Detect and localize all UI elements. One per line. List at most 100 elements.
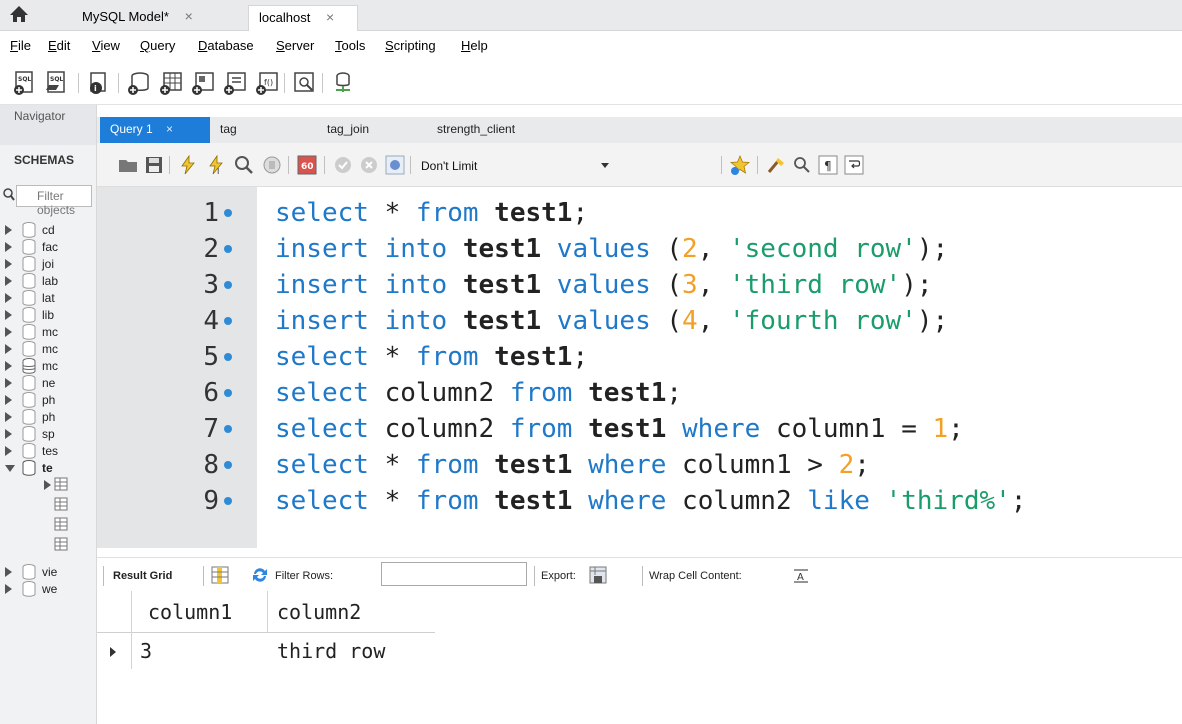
schema-item[interactable]: mc: [0, 324, 96, 341]
result-grid[interactable]: column1 column2 3 third row: [97, 591, 435, 681]
schema-item[interactable]: lib: [0, 307, 96, 324]
table-row[interactable]: 3 third row: [97, 633, 435, 669]
close-icon[interactable]: ×: [166, 122, 173, 136]
expand-arrow-icon[interactable]: [5, 429, 12, 439]
close-icon[interactable]: ×: [185, 8, 193, 24]
table-cell[interactable]: 3: [140, 633, 152, 669]
create-view-icon[interactable]: [190, 70, 216, 96]
stop-icon[interactable]: [261, 154, 283, 176]
schema-subfolder[interactable]: [0, 477, 96, 494]
refresh-icon[interactable]: [249, 564, 271, 586]
functions-folder-icon[interactable]: [54, 537, 70, 553]
schema-item[interactable]: ph: [0, 409, 96, 426]
execute-current-icon[interactable]: I: [205, 154, 227, 176]
expand-arrow-icon[interactable]: [5, 412, 12, 422]
find-icon[interactable]: [791, 154, 813, 176]
schema-item[interactable]: lab: [0, 273, 96, 290]
limit-rows-select[interactable]: Don't Limit: [415, 155, 615, 177]
code-line[interactable]: 5 select * from test1;: [97, 339, 1182, 375]
tab-query-1[interactable]: Query 1 ×: [100, 117, 210, 143]
menu-view[interactable]: View: [92, 38, 120, 53]
menu-help[interactable]: Help: [461, 38, 488, 53]
menu-tools[interactable]: Tools: [335, 38, 365, 53]
open-folder-icon[interactable]: [117, 154, 139, 176]
new-sql-tab-icon[interactable]: SQL: [12, 70, 38, 96]
expand-arrow-icon[interactable]: [5, 344, 12, 354]
code-line[interactable]: 3 insert into test1 values (3, 'third row…: [97, 267, 1182, 303]
code-line[interactable]: 2 insert into test1 values (2, 'second ro…: [97, 231, 1182, 267]
close-icon[interactable]: ×: [326, 9, 334, 25]
schema-item[interactable]: vie: [0, 564, 96, 581]
column-header[interactable]: column2: [277, 594, 361, 630]
table-cell[interactable]: third row: [277, 633, 385, 669]
tab-tag[interactable]: tag: [210, 117, 298, 143]
code-line[interactable]: 9 select * from test1 where column2 like …: [97, 483, 1182, 519]
filter-rows-input[interactable]: [381, 562, 527, 586]
schema-item[interactable]: ne: [0, 375, 96, 392]
expand-arrow-icon[interactable]: [5, 361, 12, 371]
schema-item[interactable]: mc: [0, 341, 96, 358]
expand-arrow-icon[interactable]: [5, 395, 12, 405]
schema-item-expanded[interactable]: te: [0, 460, 96, 477]
tab-tag-join[interactable]: tag_join: [317, 117, 417, 143]
toggle-continue-on-error-icon[interactable]: 60: [296, 154, 318, 176]
expand-arrow-icon[interactable]: [5, 567, 12, 577]
views-folder-icon[interactable]: [54, 497, 70, 513]
schema-item[interactable]: sp: [0, 426, 96, 443]
expand-arrow-icon[interactable]: [44, 480, 51, 490]
invisible-chars-icon[interactable]: ¶: [817, 154, 839, 176]
tab-strength-client[interactable]: strength_client: [427, 117, 567, 143]
wrap-lines-icon[interactable]: [843, 154, 865, 176]
menu-database[interactable]: Database: [198, 38, 254, 53]
autocommit-icon[interactable]: [384, 154, 406, 176]
expand-arrow-icon[interactable]: [5, 242, 12, 252]
expand-arrow-icon[interactable]: [5, 584, 12, 594]
filter-objects-input[interactable]: Filter objects: [3, 185, 92, 217]
result-grid-label[interactable]: Result Grid: [113, 570, 172, 582]
tab-mysql-model[interactable]: MySQL Model* ×: [72, 5, 238, 31]
schema-item[interactable]: tes: [0, 443, 96, 460]
expand-arrow-icon[interactable]: [5, 327, 12, 337]
schema-item[interactable]: ph: [0, 392, 96, 409]
code-line[interactable]: 8 select * from test1 where column1 > 2;: [97, 447, 1182, 483]
tab-localhost[interactable]: localhost ×: [248, 5, 358, 31]
expand-arrow-icon[interactable]: [5, 310, 12, 320]
inspector-icon[interactable]: i: [86, 70, 112, 96]
expand-arrow-icon[interactable]: [5, 225, 12, 235]
open-sql-script-icon[interactable]: SQL: [44, 70, 70, 96]
code-line[interactable]: 7 select column2 from test1 where column1…: [97, 411, 1182, 447]
export-icon[interactable]: [587, 564, 609, 586]
code-line[interactable]: 1 select * from test1;: [97, 195, 1182, 231]
schema-item[interactable]: joi: [0, 256, 96, 273]
menu-query[interactable]: Query: [140, 38, 175, 53]
create-procedure-icon[interactable]: [222, 70, 248, 96]
schema-item[interactable]: fac: [0, 239, 96, 256]
home-icon[interactable]: [8, 4, 30, 24]
expand-arrow-icon[interactable]: [5, 276, 12, 286]
menu-edit[interactable]: Edit: [48, 38, 70, 53]
menu-file[interactable]: File: [10, 38, 31, 53]
expand-arrow-icon[interactable]: [5, 378, 12, 388]
wrap-cell-icon[interactable]: A: [790, 564, 812, 586]
add-snippet-icon[interactable]: [729, 154, 751, 176]
create-table-icon[interactable]: [158, 70, 184, 96]
code-line[interactable]: 4 insert into test1 values (4, 'fourth ro…: [97, 303, 1182, 339]
menu-scripting[interactable]: Scripting: [385, 38, 436, 53]
sql-editor[interactable]: 1 select * from test1; 2 insert into test1 …: [97, 187, 1182, 548]
reconnect-icon[interactable]: [330, 70, 356, 96]
beautify-icon[interactable]: [765, 154, 787, 176]
collapse-arrow-icon[interactable]: [5, 465, 15, 472]
create-function-icon[interactable]: f(): [254, 70, 280, 96]
commit-icon[interactable]: [332, 154, 354, 176]
column-header[interactable]: column1: [148, 594, 232, 630]
procedures-folder-icon[interactable]: [54, 517, 70, 533]
rollback-icon[interactable]: [358, 154, 380, 176]
menu-server[interactable]: Server: [276, 38, 314, 53]
schema-item[interactable]: we: [0, 581, 96, 598]
grid-layout-icon[interactable]: [209, 564, 231, 586]
expand-arrow-icon[interactable]: [5, 259, 12, 269]
create-schema-icon[interactable]: [126, 70, 152, 96]
code-line[interactable]: 6 select column2 from test1;: [97, 375, 1182, 411]
search-table-data-icon[interactable]: [292, 70, 318, 96]
schema-item[interactable]: lat: [0, 290, 96, 307]
